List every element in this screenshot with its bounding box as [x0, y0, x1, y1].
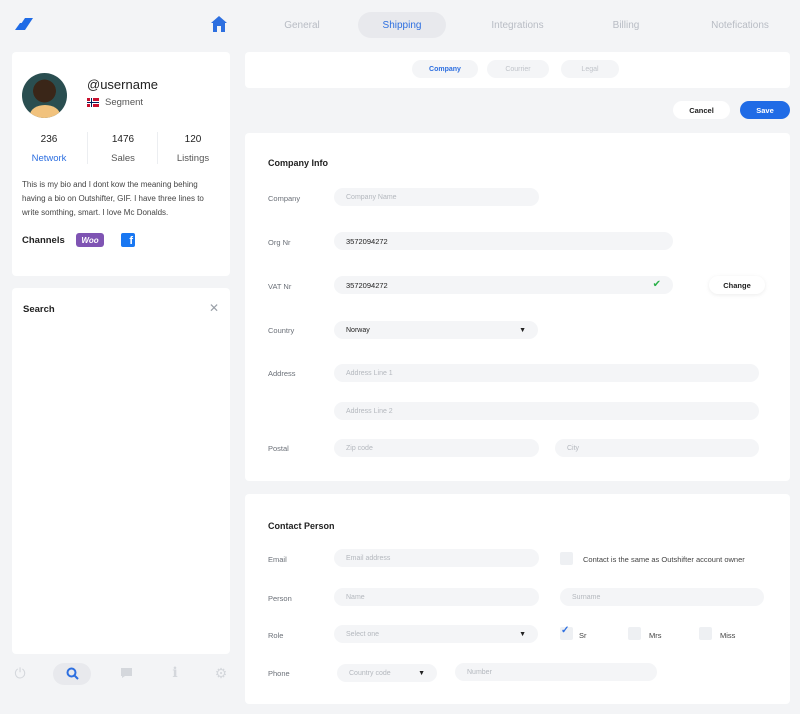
bio-text: This is my bio and I dont kow the meanin… [22, 180, 204, 217]
vat-nr-value: 3572094272 [346, 280, 388, 290]
stat-listings-value: 120 [184, 134, 202, 145]
vat-nr-input[interactable]: 3572094272 ✔ [334, 276, 673, 294]
tab-integrations[interactable]: Integrations [475, 12, 560, 38]
contact-person-card: Contact Person Email Email address Conta… [245, 494, 790, 704]
info-icon[interactable]: i [166, 664, 184, 682]
role-select[interactable]: Select one ▼ [334, 625, 538, 643]
check-icon: ✔ [652, 279, 661, 290]
phone-label: Phone [268, 669, 290, 678]
tab-billing[interactable]: Billing [590, 12, 662, 38]
same-as-owner-checkbox[interactable] [560, 552, 573, 565]
tab-notifications[interactable]: Notefications [700, 12, 780, 38]
stat-sales-value: 1476 [111, 134, 135, 145]
org-nr-label: Org Nr [268, 238, 291, 247]
company-name-input[interactable]: Company Name [334, 188, 539, 206]
zip-code-input[interactable]: Zip code [334, 439, 539, 457]
chevron-down-icon: ▼ [418, 669, 425, 677]
channels-label: Channels [22, 235, 65, 246]
subtab-courrier[interactable]: Courrier [487, 60, 549, 78]
miss-checkbox[interactable] [699, 627, 712, 640]
postal-label: Postal [268, 444, 289, 453]
username: @username [87, 77, 159, 92]
email-field[interactable]: Email address [334, 549, 539, 567]
country-value: Norway [346, 326, 370, 334]
stat-network-value: 236 [40, 134, 58, 145]
save-button[interactable]: Save [740, 101, 790, 119]
address-line-1-input[interactable]: Address Line 1 [334, 364, 759, 382]
stat-sales-label: Sales [111, 153, 135, 164]
check-icon: ✓ [561, 625, 570, 636]
mrs-checkbox[interactable] [628, 627, 641, 640]
gear-icon[interactable]: ⚙ [212, 664, 230, 682]
country-code-placeholder: Country code [349, 669, 391, 677]
country-label: Country [268, 326, 295, 335]
chevron-down-icon: ▼ [519, 326, 526, 334]
home-icon[interactable] [210, 15, 228, 33]
change-button[interactable]: Change [709, 276, 765, 294]
chat-icon[interactable] [117, 664, 135, 682]
app-logo-icon[interactable] [14, 14, 34, 34]
stat-listings-label: Listings [176, 153, 210, 164]
tab-shipping[interactable]: Shipping [358, 12, 446, 38]
tab-general[interactable]: General [262, 12, 342, 38]
stat-listings: 120 Listings [158, 134, 228, 164]
search-title: Search [23, 304, 55, 315]
subtab-company[interactable]: Company [412, 60, 478, 78]
avatar[interactable] [22, 73, 67, 118]
same-as-owner-label: Contact is the same as Outshifter accoun… [583, 555, 745, 564]
cancel-button[interactable]: Cancel [673, 101, 730, 119]
facebook-icon[interactable]: f [121, 233, 135, 247]
phone-number-input[interactable]: Number [455, 663, 657, 681]
power-icon[interactable]: ⏻ [11, 664, 29, 682]
mrs-label: Mrs [649, 631, 662, 640]
role-placeholder: Select one [346, 630, 380, 638]
role-label: Role [268, 631, 284, 640]
subtab-legal[interactable]: Legal [561, 60, 619, 78]
stat-network[interactable]: 236 Network [14, 134, 84, 164]
address-label: Address [268, 369, 296, 378]
stat-sales: 1476 Sales [88, 134, 158, 164]
surname-input[interactable]: Surname [560, 588, 764, 606]
country-select[interactable]: Norway ▼ [334, 321, 538, 339]
sr-label: Sr [579, 631, 587, 640]
country-code-select[interactable]: Country code ▼ [337, 664, 437, 682]
contact-person-title: Contact Person [268, 521, 335, 531]
stat-network-label[interactable]: Network [14, 153, 84, 164]
close-icon[interactable]: ✕ [209, 301, 219, 315]
miss-label: Miss [720, 631, 736, 640]
vat-nr-label: VAT Nr [268, 282, 292, 291]
search-panel: Search ✕ [12, 288, 230, 654]
company-label: Company [268, 194, 301, 203]
subtab-bar: Company Courrier Legal [245, 52, 790, 88]
name-input[interactable]: Name [334, 588, 539, 606]
org-nr-input[interactable]: 3572094272 [334, 232, 673, 250]
sr-checkbox[interactable]: ✓ [560, 625, 573, 640]
company-info-title: Company Info [268, 158, 328, 168]
segment-label: Segment [105, 97, 144, 108]
company-info-card: Company Info Company Company Name Org Nr… [245, 133, 790, 481]
person-label: Person [268, 594, 292, 603]
address-line-2-input[interactable]: Address Line 2 [334, 402, 759, 420]
city-input[interactable]: City [555, 439, 759, 457]
norway-flag-icon [87, 98, 99, 107]
profile-card: @username Segment 236 Network 1476 Sales… [12, 52, 230, 276]
chevron-down-icon: ▼ [519, 630, 526, 638]
search-icon[interactable] [63, 664, 81, 682]
email-label: Email [268, 555, 287, 564]
woocommerce-icon[interactable]: Woo [76, 233, 104, 247]
